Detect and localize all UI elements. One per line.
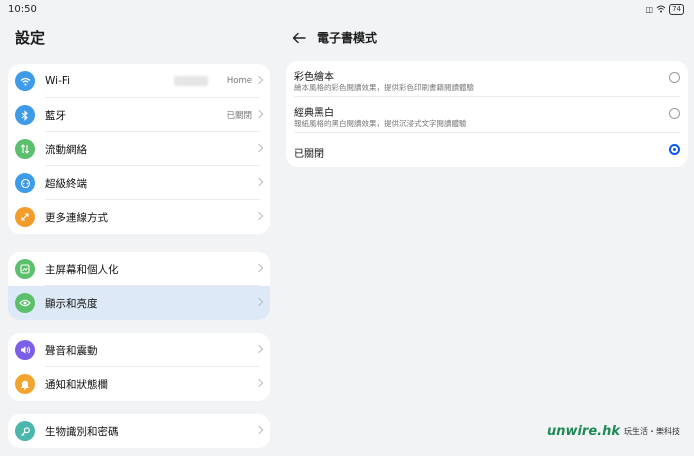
settings-group-connectivity: Wi-Fi Home 藍牙 已關閉 流動網絡 超級終端 更多連線方式 (8, 64, 270, 234)
ebook-mode-panel: 電子書模式 彩色繪本 繪本風格的彩色閱讀效果，提供彩色印刷書籍閱讀體驗 經典黑白… (278, 0, 694, 456)
sidebar-item-biometrics-password[interactable]: 生物識別和密碼 (8, 414, 270, 448)
settings-group-sound: 聲音和震動 通知和狀態欄 (8, 333, 270, 401)
option-description: 繪本風格的彩色閱讀效果，提供彩色印刷書籍閱讀體驗 (294, 83, 474, 92)
sidebar-item-notifications[interactable]: 通知和狀態欄 (8, 367, 270, 401)
sidebar-item-more-connections[interactable]: 更多連線方式 (8, 200, 270, 234)
option-title: 已關閉 (294, 149, 324, 160)
chevron-right-icon (254, 177, 264, 187)
radio-button-selected[interactable] (669, 144, 680, 155)
sidebar-item-wifi[interactable]: Wi-Fi Home (8, 64, 270, 98)
bell-icon (15, 374, 35, 394)
sidebar-item-bluetooth[interactable]: 藍牙 已關閉 (8, 98, 270, 132)
option-classic-black-white[interactable]: 經典黑白 報紙風格的黑白閱讀效果，提供沉浸式文字閱讀體驗 (286, 97, 688, 133)
sidebar-item-label: 流動網絡 (45, 143, 87, 156)
settings-sidebar: 設定 Wi-Fi Home 藍牙 已關閉 流動網絡 超級終端 更多連線方式 主屏… (0, 0, 278, 456)
ebook-mode-options: 彩色繪本 繪本風格的彩色閱讀效果，提供彩色印刷書籍閱讀體驗 經典黑白 報紙風格的… (286, 61, 688, 167)
sidebar-item-label: Wi-Fi (45, 75, 71, 87)
bluetooth-status-value: 已關閉 (226, 111, 252, 121)
sound-icon (15, 340, 35, 360)
option-title: 經典黑白 (294, 108, 334, 119)
sidebar-item-display-brightness[interactable]: 顯示和亮度 (8, 286, 270, 320)
back-arrow-icon[interactable] (292, 30, 306, 44)
chevron-right-icon (254, 75, 264, 85)
watermark-logo: unwire.hk (546, 424, 620, 439)
super-device-icon (15, 173, 35, 193)
option-description: 報紙風格的黑白閱讀效果，提供沉浸式文字閱讀體驗 (294, 119, 467, 128)
chevron-right-icon (254, 263, 264, 273)
wifi-icon (15, 71, 35, 91)
sidebar-item-label: 顯示和亮度 (45, 297, 98, 310)
option-color-picture-book[interactable]: 彩色繪本 繪本風格的彩色閱讀效果，提供彩色印刷書籍閱讀體驗 (286, 61, 688, 97)
watermark: unwire.hk 玩生活・樂科技 (547, 424, 680, 439)
radio-button[interactable] (669, 108, 680, 119)
home-screen-icon (15, 259, 35, 279)
sidebar-item-super-device[interactable]: 超級終端 (8, 166, 270, 200)
sidebar-item-label: 聲音和震動 (45, 344, 98, 357)
chevron-right-icon (254, 378, 264, 388)
chevron-right-icon (254, 211, 264, 221)
settings-group-security: 生物識別和密碼 (8, 414, 270, 448)
key-icon (15, 421, 35, 441)
bluetooth-icon (15, 105, 35, 125)
watermark-tagline: 玩生活・樂科技 (624, 427, 680, 436)
sidebar-item-label: 更多連線方式 (45, 211, 108, 224)
page-title: 設定 (15, 29, 46, 47)
sidebar-item-label: 藍牙 (45, 109, 66, 122)
chevron-right-icon (254, 344, 264, 354)
sidebar-item-label: 超級終端 (45, 177, 87, 190)
sidebar-item-mobile-data[interactable]: 流動網絡 (8, 132, 270, 166)
settings-group-display: 主屏幕和個人化 顯示和亮度 (8, 252, 270, 320)
page-title: 電子書模式 (317, 31, 378, 45)
radio-button[interactable] (669, 72, 680, 83)
chevron-right-icon (254, 297, 264, 307)
wifi-network-value: Home (226, 76, 252, 86)
redacted-ssid-prefix (174, 76, 208, 86)
chevron-right-icon (254, 143, 264, 153)
sidebar-item-sound-vibration[interactable]: 聲音和震動 (8, 333, 270, 367)
chevron-right-icon (254, 109, 264, 119)
option-off[interactable]: 已關閉 (286, 133, 688, 167)
connection-icon (15, 207, 35, 227)
sidebar-item-label: 通知和狀態欄 (45, 378, 108, 391)
sidebar-item-home-screen[interactable]: 主屏幕和個人化 (8, 252, 270, 286)
eye-icon (15, 293, 35, 313)
sidebar-item-label: 生物識別和密碼 (45, 425, 119, 438)
sidebar-item-label: 主屏幕和個人化 (45, 263, 119, 276)
chevron-right-icon (254, 425, 264, 435)
mobile-data-icon (15, 139, 35, 159)
option-title: 彩色繪本 (294, 72, 334, 83)
